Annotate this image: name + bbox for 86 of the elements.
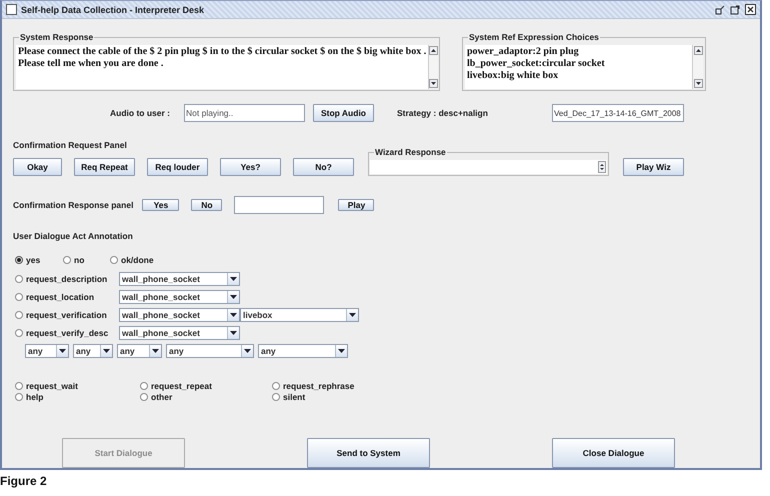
- panel-title: System Response: [19, 32, 94, 42]
- dropdown-arrow-icon[interactable]: [59, 349, 66, 353]
- radio-label[interactable]: request_verification: [26, 310, 107, 320]
- radio-label[interactable]: request_rephrase: [283, 381, 354, 391]
- section-title: Confirmation Request Panel: [13, 140, 128, 150]
- confirmation-button[interactable]: Req louder: [147, 158, 208, 176]
- play-wiz-button[interactable]: Play Wiz: [623, 158, 684, 176]
- radio-button[interactable]: [63, 256, 71, 264]
- choice-line[interactable]: livebox:big white box: [467, 70, 690, 82]
- radio-label[interactable]: request_wait: [26, 381, 78, 391]
- filter-dropdown[interactable]: any: [258, 344, 348, 358]
- radio-label[interactable]: yes: [26, 255, 40, 265]
- radio-label[interactable]: request_location: [26, 292, 94, 302]
- dropdown-arrow-icon[interactable]: [230, 331, 237, 335]
- response-panel-label: Confirmation Response panel: [13, 200, 134, 210]
- dropdown-arrow-icon[interactable]: [152, 349, 159, 353]
- action-button[interactable]: Send to System: [307, 438, 430, 468]
- spinner-icon[interactable]: [598, 161, 606, 173]
- radio-label[interactable]: request_verify_desc: [26, 328, 108, 338]
- confirmation-button[interactable]: Okay: [13, 158, 62, 176]
- radio-label[interactable]: request_repeat: [151, 381, 212, 391]
- maximize-icon[interactable]: [730, 4, 740, 14]
- section-title: User Dialogue Act Annotation: [13, 231, 134, 241]
- stop-audio-button[interactable]: Stop Audio: [313, 104, 374, 122]
- dropdown[interactable]: livebox: [240, 308, 359, 322]
- dropdown[interactable]: wall_phone_socket: [119, 272, 240, 286]
- radio-label[interactable]: help: [26, 392, 44, 402]
- response-button[interactable]: No: [191, 199, 222, 211]
- response-button[interactable]: Yes: [142, 199, 180, 211]
- scroll-up-icon[interactable]: [694, 46, 702, 55]
- wizard-response-field[interactable]: [370, 160, 607, 174]
- radio-button[interactable]: [110, 256, 118, 264]
- response-field[interactable]: [234, 196, 324, 214]
- radio-label[interactable]: no: [74, 255, 84, 265]
- figure-caption: Figure 2: [0, 474, 48, 488]
- radio-label[interactable]: other: [151, 392, 172, 402]
- response-line: Please tell me when you are done .: [18, 58, 164, 70]
- response-line: Please connect the cable of the $ 2 pin plug $ in to the $ circular socket $ on the $ big white box .: [18, 46, 426, 58]
- choice-line[interactable]: lb_power_socket:circular socket: [467, 58, 690, 70]
- window-title: Self-help Data Collection - Interpreter Desk: [21, 4, 206, 14]
- radio-button[interactable]: [15, 329, 23, 337]
- scroll-down-icon[interactable]: [694, 79, 702, 88]
- dropdown-arrow-icon[interactable]: [103, 349, 110, 353]
- confirmation-button[interactable]: Yes?: [220, 158, 281, 176]
- dropdown-arrow-icon[interactable]: [230, 277, 237, 281]
- action-button[interactable]: Close Dialogue: [552, 438, 675, 468]
- radio-label[interactable]: ok/done: [121, 255, 154, 265]
- radio-label[interactable]: silent: [283, 392, 306, 402]
- audio-label: Audio to user :: [110, 108, 171, 118]
- radio-button[interactable]: [15, 275, 23, 283]
- radio-button[interactable]: [15, 256, 23, 264]
- panel-title: Wizard Response: [374, 147, 447, 157]
- window-icon: [6, 4, 17, 15]
- scroll-up-icon[interactable]: [429, 46, 438, 55]
- radio-button[interactable]: [15, 311, 23, 319]
- dropdown-arrow-icon[interactable]: [349, 313, 356, 317]
- choice-line[interactable]: power_adaptor:2 pin plug: [467, 46, 690, 58]
- confirmation-button[interactable]: Req Repeat: [74, 158, 135, 176]
- radio-button[interactable]: [140, 393, 148, 401]
- timestamp-field[interactable]: Ved_Dec_17_13-14-16_GMT_2008: [552, 104, 684, 122]
- confirmation-button[interactable]: No?: [293, 158, 354, 176]
- radio-button[interactable]: [15, 293, 23, 301]
- panel-title: System Ref Expression Choices: [468, 32, 600, 42]
- radio-button[interactable]: [140, 382, 148, 390]
- audio-status-field[interactable]: Not playing..: [184, 104, 305, 122]
- dropdown-arrow-icon[interactable]: [230, 295, 237, 299]
- filter-dropdown[interactable]: any: [166, 344, 254, 358]
- dropdown-arrow-icon[interactable]: [244, 349, 251, 353]
- dropdown[interactable]: wall_phone_socket: [119, 290, 240, 304]
- dropdown[interactable]: wall_phone_socket: [119, 326, 240, 340]
- play-button[interactable]: Play: [338, 199, 374, 211]
- dropdown[interactable]: wall_phone_socket: [119, 308, 240, 322]
- filter-dropdown[interactable]: any: [117, 344, 162, 358]
- radio-button[interactable]: [15, 382, 23, 390]
- radio-button[interactable]: [272, 382, 280, 390]
- radio-button[interactable]: [272, 393, 280, 401]
- dropdown-arrow-icon[interactable]: [230, 313, 237, 317]
- radio-label[interactable]: request_description: [26, 274, 108, 284]
- close-icon[interactable]: [745, 4, 756, 15]
- radio-button[interactable]: [15, 393, 23, 401]
- dropdown-arrow-icon[interactable]: [338, 349, 345, 353]
- filter-dropdown[interactable]: any: [73, 344, 113, 358]
- minimize-icon[interactable]: [715, 4, 725, 14]
- strategy-label: Strategy : desc+nalign: [397, 108, 489, 118]
- filter-dropdown[interactable]: any: [25, 344, 69, 358]
- scroll-down-icon[interactable]: [429, 79, 438, 88]
